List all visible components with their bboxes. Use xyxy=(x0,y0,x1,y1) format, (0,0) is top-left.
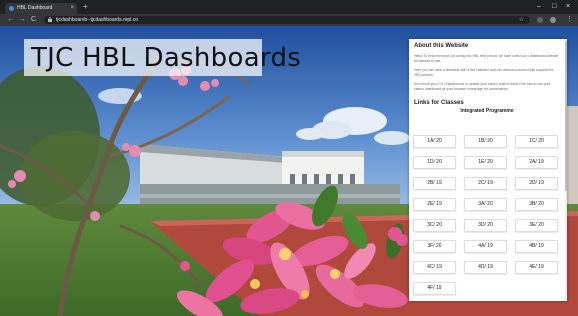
tab-title: HBL Dashboard xyxy=(17,5,53,11)
forward-icon[interactable]: → xyxy=(19,15,26,25)
class-link-button[interactable]: 1B/ 20 xyxy=(464,135,507,148)
panel-scrollbar-thumb[interactable] xyxy=(565,41,567,191)
url-text: tjcdashboards--tjcdashboards.repl.co xyxy=(56,17,138,23)
page-viewport: TJC HBL Dashboards About this Website He… xyxy=(0,26,578,316)
class-link-button[interactable]: 4A/ 19 xyxy=(464,240,507,253)
class-link-button[interactable]: 2D/ 19 xyxy=(515,177,558,190)
class-link-button[interactable]: 3E/ 20 xyxy=(515,219,558,232)
maximize-button[interactable]: □ xyxy=(552,2,556,12)
browser-toolbar: ← → C tjcdashboards--tjcdashboards.repl.… xyxy=(0,14,578,26)
class-link-button[interactable]: 3D/ 20 xyxy=(464,219,507,232)
new-tab-button[interactable]: + xyxy=(83,2,88,12)
class-link-button[interactable]: 4C/ 19 xyxy=(413,261,456,274)
reload-icon[interactable]: C xyxy=(31,15,36,25)
panel-scrollbar[interactable] xyxy=(565,39,567,301)
class-link-button[interactable]: 4D/ 19 xyxy=(464,261,507,274)
programme-heading: Integrated Programme xyxy=(460,108,514,114)
class-link-button[interactable]: 2E/ 19 xyxy=(413,198,456,211)
favicon-icon xyxy=(9,6,14,11)
address-bar[interactable]: tjcdashboards--tjcdashboards.repl.co ☆ xyxy=(44,16,530,24)
about-paragraph: Do remind your CG Chairpersons to update… xyxy=(414,82,551,91)
browser-tab[interactable]: HBL Dashboard × xyxy=(5,3,77,14)
title-banner: TJC HBL Dashboards xyxy=(24,39,301,76)
about-heading: About this Website xyxy=(414,43,469,49)
class-link-button[interactable]: 1A/ 20 xyxy=(413,135,456,148)
tab-close-icon[interactable]: × xyxy=(70,4,74,13)
class-link-button[interactable]: 3F/ 20 xyxy=(413,240,456,253)
class-link-button[interactable]: 4E/ 19 xyxy=(515,261,558,274)
class-link-button[interactable]: 3A/ 20 xyxy=(464,198,507,211)
about-paragraph: Hello! To help everyone out during this … xyxy=(414,54,559,63)
star-icon[interactable]: ☆ xyxy=(519,16,524,24)
browser-tab-bar: HBL Dashboard × + – □ × xyxy=(0,0,578,14)
class-link-button[interactable]: 2B/ 19 xyxy=(413,177,456,190)
page-title: TJC HBL Dashboards xyxy=(31,43,302,73)
class-link-button[interactable]: 4F/ 19 xyxy=(413,282,456,295)
links-heading: Links for Classes xyxy=(414,100,464,106)
class-link-button[interactable]: 4B/ 19 xyxy=(515,240,558,253)
class-link-button[interactable]: 3C/ 20 xyxy=(413,219,456,232)
about-paragraph: Here you can view a timetable with a liv… xyxy=(414,68,554,77)
class-link-button[interactable]: 1D/ 20 xyxy=(413,156,456,169)
class-link-button[interactable]: 1C/ 20 xyxy=(515,135,558,148)
class-link-button[interactable]: 2C/ 19 xyxy=(464,177,507,190)
minimize-button[interactable]: – xyxy=(537,2,541,12)
lock-icon xyxy=(48,17,52,22)
menu-icon[interactable]: ⋮ xyxy=(566,15,573,25)
close-window-button[interactable]: × xyxy=(566,2,570,12)
extension-icon[interactable] xyxy=(537,17,543,23)
back-icon[interactable]: ← xyxy=(7,15,14,25)
info-panel: About this Website Hello! To help everyo… xyxy=(409,39,567,301)
class-link-button[interactable]: 3B/ 20 xyxy=(515,198,558,211)
class-link-button[interactable]: 1E/ 20 xyxy=(464,156,507,169)
class-link-button[interactable]: 2A/ 19 xyxy=(515,156,558,169)
profile-icon[interactable] xyxy=(550,17,556,23)
